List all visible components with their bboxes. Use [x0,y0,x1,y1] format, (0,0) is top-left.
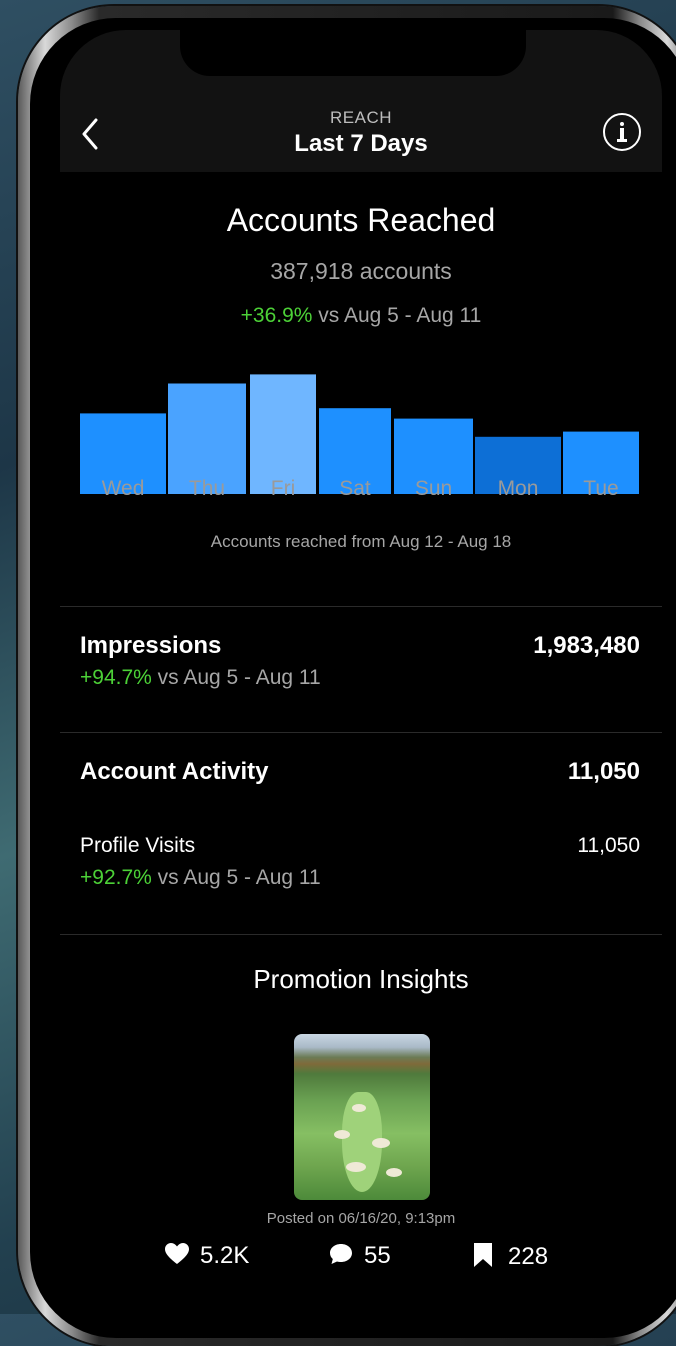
x-tick-label: Sat [339,477,371,500]
bookmark-icon [474,1243,492,1267]
screen: REACH Last 7 Days Accounts Reached 387,9… [60,30,662,1330]
divider [60,732,662,733]
change-percent: +36.9% [240,304,313,327]
change-percent: +94.7% [80,666,152,689]
comments-count: 55 [364,1242,391,1269]
heart-icon [165,1243,189,1264]
impressions-change: +94.7% vs Aug 5 - Aug 11 [80,666,321,690]
saves-count: 228 [508,1243,549,1270]
post-date: Posted on 06/16/20, 9:13pm [266,1210,456,1227]
account-activity-label: Account Activity [80,758,269,785]
bunker-shape [334,1130,350,1139]
chart-caption: Accounts reached from Aug 12 - Aug 18 [210,532,512,551]
info-button[interactable] [603,113,641,151]
page-title: Last 7 Days [294,130,428,157]
impressions-label: Impressions [80,632,222,659]
change-period: vs Aug 5 - Aug 11 [312,304,482,327]
impressions-value: 1,983,480 [533,632,640,659]
x-tick-label: Sun [414,477,453,500]
profile-visits-value: 11,050 [577,834,640,857]
bunker-shape [352,1104,366,1112]
accounts-reached-count: 387,918 accounts [270,258,452,284]
header-subtitle: REACH [329,108,392,127]
x-tick-label: Wed [101,477,145,500]
post-thumbnail[interactable] [294,1034,430,1200]
likes-stat[interactable]: 5.2K [164,1242,249,1270]
accounts-reached-change: +36.9% vs Aug 5 - Aug 11 [60,304,662,328]
profile-visits-label: Profile Visits [80,834,196,857]
x-tick-label: Mon [497,477,539,500]
profile-visits-change: +92.7% vs Aug 5 - Aug 11 [80,866,321,890]
notch [180,30,526,76]
accounts-reached-title: Accounts Reached [226,202,496,238]
comment-bubble-icon [330,1244,352,1264]
reach-bar-chart [80,374,639,494]
bunker-shape [386,1168,402,1177]
change-percent: +92.7% [80,866,152,889]
promotion-insights-title: Promotion Insights [253,964,469,994]
account-activity-value: 11,050 [567,758,640,785]
likes-count: 5.2K [200,1242,250,1269]
divider [60,606,662,607]
x-tick-label: Tue [583,477,619,500]
x-tick-label: Thu [188,477,226,500]
bunker-shape [372,1138,390,1148]
x-tick-label: Fri [270,477,296,500]
change-period: vs Aug 5 - Aug 11 [151,866,321,889]
comments-stat[interactable]: 55 [328,1242,391,1270]
change-period: vs Aug 5 - Aug 11 [151,666,321,689]
bunker-shape [346,1162,366,1172]
saves-stat[interactable]: 228 [472,1242,548,1271]
divider [60,934,662,935]
